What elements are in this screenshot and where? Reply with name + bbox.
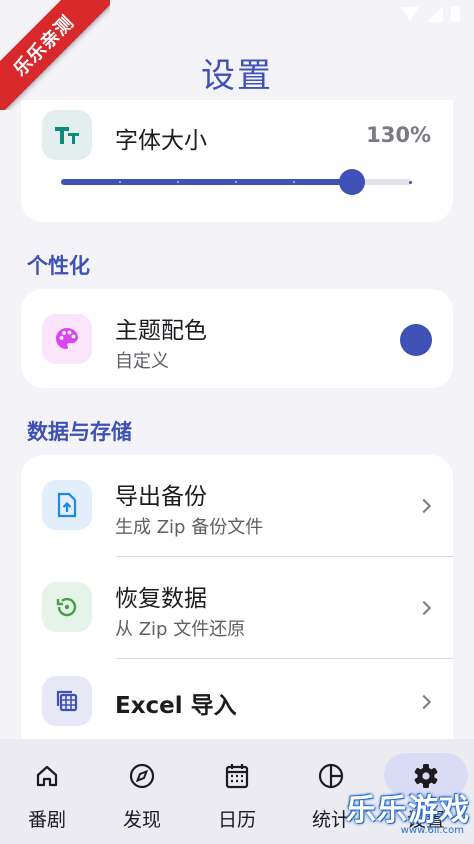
slider-tick — [119, 181, 121, 183]
excel-grid-icon — [42, 676, 92, 726]
chevron-right-icon — [416, 600, 432, 616]
slider-tick — [177, 181, 179, 183]
section-title-data-storage: 数据与存储 — [27, 420, 132, 444]
slider-thumb[interactable] — [338, 169, 365, 195]
font-size-label: 字体大小 — [115, 128, 207, 154]
compass-icon — [127, 761, 157, 791]
theme-subtitle: 自定义 — [115, 351, 169, 372]
font-size-icon — [42, 110, 92, 160]
battery-icon — [451, 6, 460, 22]
excel-import-title: Excel 导入 — [115, 693, 237, 719]
export-subtitle: 生成 Zip 备份文件 — [115, 517, 264, 538]
restore-title: 恢复数据 — [115, 586, 207, 612]
nav-item-discover[interactable]: 发现 — [95, 739, 189, 844]
watermark-ribbon-text: 乐乐亲测 — [0, 0, 110, 110]
theme-color-swatch[interactable] — [400, 324, 432, 356]
restore-subtitle: 从 Zip 文件还原 — [115, 619, 246, 640]
restore-icon — [42, 582, 92, 632]
nav-label-calendar: 日历 — [217, 809, 256, 831]
theme-title: 主题配色 — [115, 318, 207, 344]
export-backup-item[interactable]: 导出备份 生成 Zip 备份文件 — [21, 455, 453, 556]
signal-icon — [427, 6, 443, 22]
section-title-personalize: 个性化 — [27, 254, 90, 278]
font-size-card: 字体大小 130% — [21, 100, 453, 222]
pie-chart-icon — [316, 761, 346, 791]
export-file-icon — [42, 480, 92, 530]
home-icon — [32, 761, 62, 791]
slider-end-tick — [409, 181, 412, 184]
chevron-right-icon — [416, 694, 432, 710]
nav-label-home: 番剧 — [27, 809, 66, 831]
nav-item-calendar[interactable]: 日历 — [190, 739, 284, 844]
data-storage-card: 导出备份 生成 Zip 备份文件 恢复数据 从 Zip 文件还原 Excel 导… — [21, 455, 453, 745]
wifi-icon — [401, 7, 419, 21]
slider-tick — [235, 181, 237, 183]
calendar-icon — [222, 761, 252, 791]
watermark-brand: 乐乐游戏 — [346, 793, 470, 828]
watermark-ribbon: 乐乐亲测 — [0, 0, 110, 110]
slider-tick — [293, 181, 295, 183]
theme-card[interactable]: 主题配色 自定义 — [21, 289, 453, 388]
excel-import-item[interactable]: Excel 导入 — [21, 659, 453, 745]
watermark-logo: 乐乐游戏 www.6ll.com — [346, 785, 470, 836]
export-title: 导出备份 — [115, 484, 207, 510]
palette-icon — [42, 314, 92, 364]
nav-label-discover: 发现 — [122, 809, 161, 831]
font-size-slider[interactable] — [61, 169, 412, 195]
restore-data-item[interactable]: 恢复数据 从 Zip 文件还原 — [21, 557, 453, 658]
font-size-value: 130% — [366, 123, 431, 147]
slider-fill — [61, 179, 352, 185]
chevron-right-icon — [416, 498, 432, 514]
nav-item-home[interactable]: 番剧 — [0, 739, 94, 844]
